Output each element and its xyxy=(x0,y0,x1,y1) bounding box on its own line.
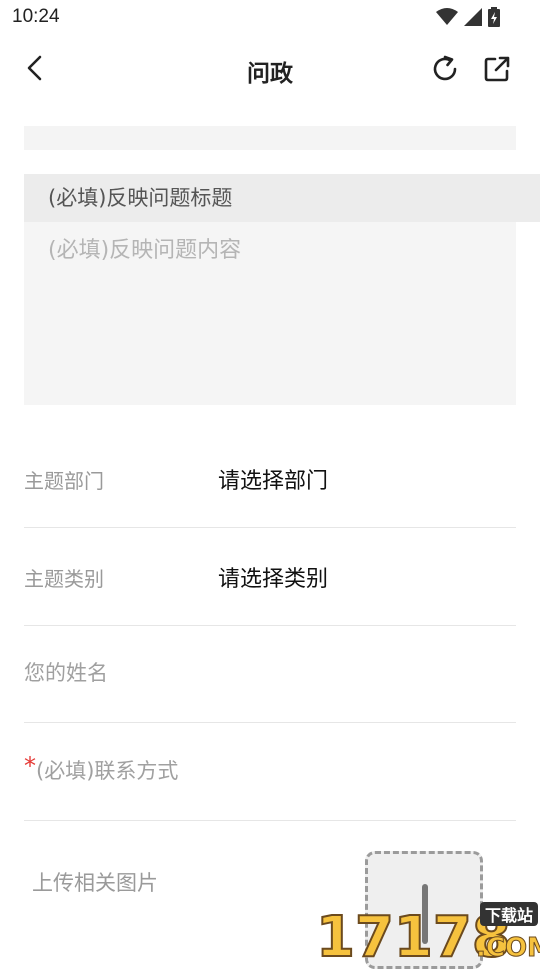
category-row[interactable]: 主题类别 请选择类别 xyxy=(24,527,516,626)
watermark-tag: 下载站 xyxy=(485,906,533,925)
watermark-logo: 17178 下载站 .COM xyxy=(316,902,540,960)
signal-icon xyxy=(464,8,482,26)
status-time: 10:24 xyxy=(12,6,60,27)
top-strip xyxy=(24,126,516,150)
department-row[interactable]: 主题部门 请选择部门 xyxy=(24,429,516,528)
category-label: 主题类别 xyxy=(24,567,104,591)
share-icon[interactable] xyxy=(482,54,512,84)
title-bar: 问政 xyxy=(0,36,540,102)
name-input[interactable] xyxy=(24,648,504,698)
wifi-icon xyxy=(436,8,458,25)
status-bar: 10:24 xyxy=(0,0,540,36)
refresh-icon[interactable] xyxy=(430,54,460,84)
upload-label: 上传相关图片 xyxy=(32,871,158,895)
name-row xyxy=(24,624,516,723)
contact-row: * xyxy=(24,722,516,821)
issue-content-input[interactable] xyxy=(24,224,516,404)
issue-title-input[interactable] xyxy=(24,174,540,222)
battery-icon xyxy=(488,7,500,27)
department-select[interactable]: 请选择部门 xyxy=(218,463,328,495)
status-icons xyxy=(436,7,500,27)
department-label: 主题部门 xyxy=(24,469,104,493)
required-mark: * xyxy=(24,752,36,780)
contact-input[interactable] xyxy=(36,746,504,796)
category-select[interactable]: 请选择类别 xyxy=(218,561,328,593)
watermark-domain: .COM xyxy=(476,933,540,960)
